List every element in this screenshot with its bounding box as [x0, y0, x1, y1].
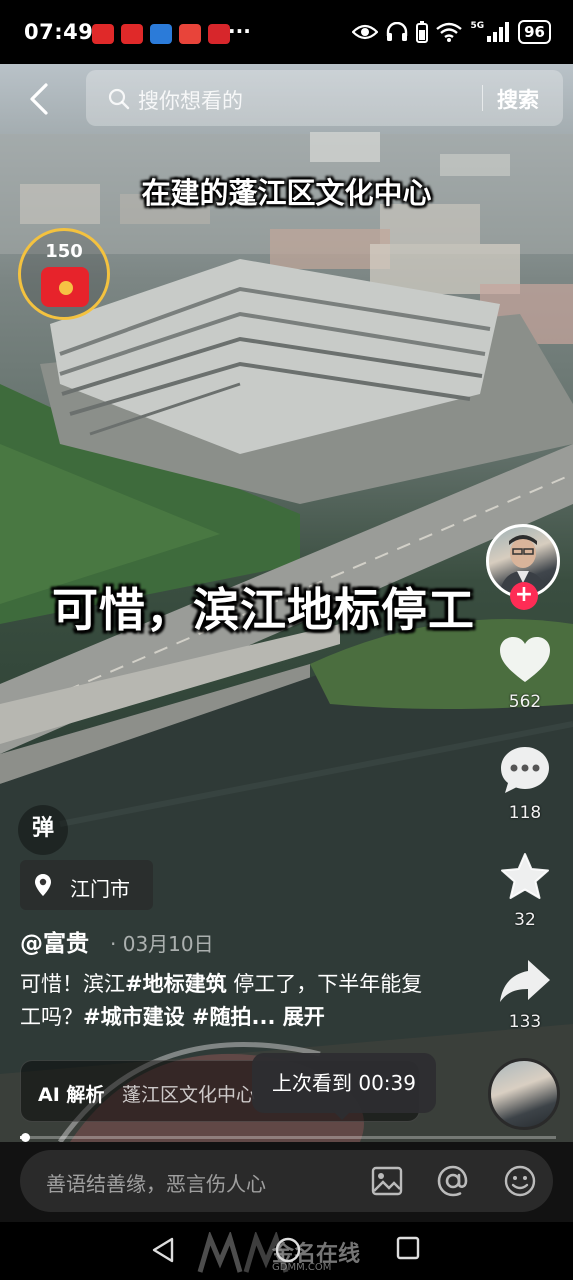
headphones-icon: [387, 22, 408, 41]
favorite-button[interactable]: 32: [485, 852, 565, 930]
search-divider: [482, 85, 483, 111]
image-icon[interactable]: [370, 1164, 404, 1198]
author-name[interactable]: @富贵: [20, 924, 89, 958]
app-notification-icon: [208, 24, 230, 44]
star-icon: [501, 853, 549, 899]
app-notification-icon: [179, 24, 201, 44]
at-icon[interactable]: [436, 1164, 470, 1198]
red-packet-timer[interactable]: 150: [18, 228, 110, 320]
status-indicators: 5G 96: [352, 20, 551, 44]
status-time: 07:49: [24, 20, 94, 44]
comment-count: 118: [508, 803, 542, 823]
ai-analysis-label: AI 解析: [38, 1084, 105, 1106]
search-icon: [108, 88, 130, 110]
back-arrow-icon[interactable]: [24, 82, 54, 116]
more-notifications-indicator: ···: [228, 19, 251, 43]
nav-back-icon[interactable]: [150, 1236, 176, 1264]
nav-recents-icon[interactable]: [396, 1236, 420, 1260]
tooltip-arrow: [332, 1110, 352, 1120]
coin-icon: [59, 281, 73, 295]
danmaku-toggle[interactable]: 弹: [18, 805, 68, 855]
hashtag-link[interactable]: #随拍...: [185, 1005, 276, 1029]
red-packet-icon: [41, 267, 89, 307]
location-pin-icon: [35, 874, 51, 896]
hashtag-link[interactable]: #城市建设: [83, 1005, 185, 1029]
music-disc[interactable]: [488, 1058, 560, 1130]
eye-icon: [352, 24, 379, 40]
search-button[interactable]: 搜索: [497, 84, 539, 114]
comment-placeholder[interactable]: 善语结善缘，恶言伤人心: [46, 1168, 266, 1197]
video-caption-title: 可惜，滨江地标停工: [52, 583, 475, 637]
battery-level: 96: [518, 20, 551, 44]
emoji-icon[interactable]: [503, 1164, 537, 1198]
desc-text: 可惜！滨江: [20, 972, 125, 996]
network-type: 5G: [470, 21, 485, 31]
share-count: 133: [508, 1012, 542, 1032]
comment-icon: [501, 747, 549, 793]
nav-home-icon[interactable]: [274, 1236, 302, 1264]
resume-playback-tooltip[interactable]: 上次看到 00:39: [252, 1053, 436, 1113]
like-count: 562: [508, 692, 542, 712]
search-input[interactable]: 搜你想看的: [138, 85, 243, 115]
red-packet-count: 150: [45, 241, 83, 262]
post-description: 可惜！滨江#地标建筑 停工了，下半年能复工吗？#城市建设 #随拍... 展开: [20, 968, 440, 1034]
app-notification-icon: [121, 24, 143, 44]
like-button[interactable]: 562: [485, 636, 565, 712]
battery-phone-icon: [416, 21, 429, 43]
video-caption-location: 在建的蓬江区文化中心: [141, 176, 432, 210]
notification-icons: [92, 24, 230, 44]
expand-link[interactable]: 展开: [275, 1005, 325, 1029]
post-date: · 03月10日: [110, 932, 214, 956]
app-notification-icon: [150, 24, 172, 44]
ai-analysis-text: 蓬江区文化中心: [122, 1084, 256, 1106]
share-button[interactable]: 133: [485, 958, 565, 1032]
status-bar: 07:49 ··· 5G 96: [0, 0, 573, 64]
wifi-icon: [436, 22, 463, 42]
signal-icon: [487, 22, 510, 42]
comment-button[interactable]: 118: [485, 745, 565, 823]
location-name[interactable]: 江门市: [70, 873, 130, 902]
video-progress-bar[interactable]: [20, 1133, 556, 1142]
follow-button[interactable]: +: [510, 582, 538, 610]
app-notification-icon: [92, 24, 114, 44]
share-icon: [500, 960, 550, 1002]
favorite-count: 32: [514, 910, 536, 930]
heart-icon: [500, 637, 550, 682]
hashtag-link[interactable]: #地标建筑: [125, 972, 227, 996]
